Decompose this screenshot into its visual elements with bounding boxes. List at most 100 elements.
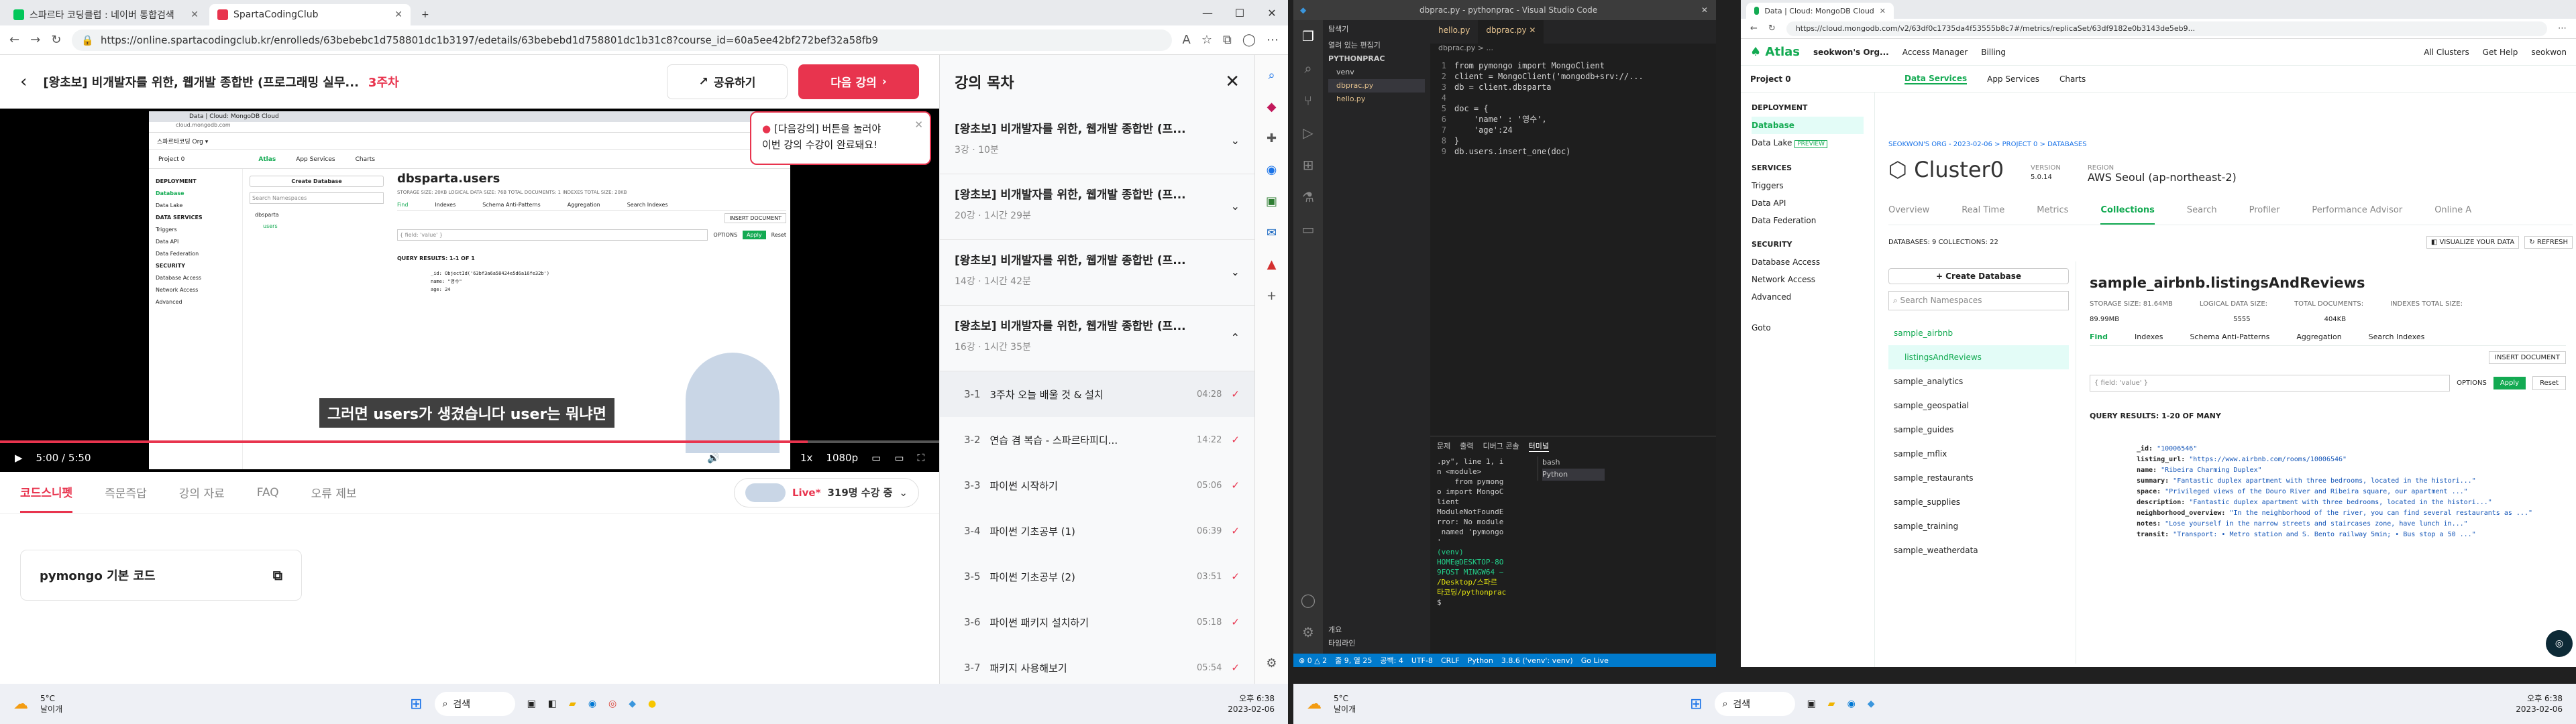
timeline-section[interactable]: 타임라인 bbox=[1328, 637, 1355, 650]
side-datalake[interactable]: Data Lake PREVIEW bbox=[1752, 134, 1864, 153]
cluster-tab[interactable]: Collections bbox=[2100, 205, 2155, 225]
file-explorer-icon[interactable]: ▰ bbox=[569, 699, 576, 709]
task-view-icon[interactable]: ▣ bbox=[1807, 699, 1816, 709]
read-aloud-icon[interactable]: A bbox=[1183, 33, 1191, 47]
vscode-taskbar-icon[interactable]: ◆ bbox=[1868, 699, 1875, 709]
snippet-card[interactable]: pymongo 기본 코드 ⧉ bbox=[20, 550, 302, 601]
task-view-icon[interactable]: ▣ bbox=[527, 699, 536, 709]
status-item[interactable]: Go Live bbox=[1581, 656, 1609, 665]
query-tab[interactable]: Indexes bbox=[2135, 333, 2163, 341]
remote-icon[interactable]: ▭ bbox=[1302, 221, 1315, 237]
collection-item[interactable]: listingsAndReviews bbox=[1888, 345, 2069, 369]
panel-tab[interactable]: 문제 bbox=[1437, 440, 1450, 452]
back-icon[interactable]: ← bbox=[1750, 23, 1758, 34]
cluster-tab[interactable]: Online A bbox=[2434, 205, 2471, 225]
visualize-button[interactable]: ◧ VISUALIZE YOUR DATA bbox=[2426, 236, 2520, 249]
status-item[interactable]: CRLF bbox=[1441, 656, 1460, 665]
database-item[interactable]: sample_analytics bbox=[1888, 369, 2069, 394]
options-toggle[interactable]: OPTIONS bbox=[2457, 379, 2487, 387]
testing-icon[interactable]: ⚗ bbox=[1302, 189, 1314, 205]
get-help[interactable]: Get Help bbox=[2483, 48, 2518, 57]
search-icon[interactable]: ⌕ bbox=[1268, 68, 1275, 82]
subtitles-icon[interactable]: ▭ bbox=[871, 452, 881, 464]
reload-icon[interactable]: ↻ bbox=[51, 33, 61, 47]
side-triggers[interactable]: Triggers bbox=[1752, 177, 1864, 194]
database-item[interactable]: sample_restaurants bbox=[1888, 466, 2069, 490]
tab-qa[interactable]: 즉문즉답 bbox=[105, 484, 147, 501]
office-icon[interactable]: ▣ bbox=[1266, 194, 1277, 208]
minimize-icon[interactable]: — bbox=[1191, 0, 1224, 25]
start-icon[interactable]: ⊞ bbox=[1690, 696, 1702, 713]
database-item[interactable]: sample_airbnb bbox=[1888, 321, 2069, 345]
tree-item[interactable]: hello.py bbox=[1328, 93, 1425, 106]
side-dbaccess[interactable]: Database Access bbox=[1752, 253, 1864, 271]
maximize-icon[interactable]: ☐ bbox=[1224, 0, 1256, 25]
status-item[interactable]: 3.8.6 ('venv': venv) bbox=[1501, 656, 1573, 665]
query-tab[interactable]: Search Indexes bbox=[2369, 333, 2425, 341]
database-item[interactable]: sample_geospatial bbox=[1888, 394, 2069, 418]
url-field[interactable]: 🔒 https://online.spartacodingclub.kr/enro… bbox=[72, 29, 1172, 51]
tab-materials[interactable]: 강의 자료 bbox=[179, 484, 225, 501]
toc-week[interactable]: [왕초보] 비개발자를 위한, 웹개발 종합반 (프... 20강 · 1시간 2… bbox=[940, 174, 1254, 240]
database-item[interactable]: sample_guides bbox=[1888, 418, 2069, 442]
terminal-shell[interactable]: Python bbox=[1542, 469, 1605, 481]
taskbar-search[interactable]: ⌕ 검색 bbox=[434, 692, 515, 716]
copy-icon[interactable]: ⧉ bbox=[273, 567, 282, 583]
favorite-icon[interactable]: ☆ bbox=[1201, 33, 1212, 47]
user-menu[interactable]: seokwon bbox=[2531, 48, 2567, 57]
edge-icon[interactable]: ◉ bbox=[1847, 699, 1856, 709]
collections-icon[interactable]: ⧉ bbox=[1223, 33, 1232, 47]
file-explorer-icon[interactable]: ▰ bbox=[1828, 699, 1835, 709]
toc-week[interactable]: [왕초보] 비개발자를 위한, 웹개발 종합반 (프... 14강 · 1시간 4… bbox=[940, 240, 1254, 306]
toc-lesson[interactable]: 3-5 파이썬 기초공부 (2) 03:51 ✓ bbox=[940, 554, 1254, 599]
all-clusters[interactable]: All Clusters bbox=[2424, 48, 2469, 57]
toc-lesson[interactable]: 3-2 연습 겸 복습 - 스파르타피디... 14:22 ✓ bbox=[940, 417, 1254, 463]
next-lecture-button[interactable]: 다음 강의 › bbox=[798, 64, 919, 99]
toc-lesson[interactable]: 3-3 파이썬 시작하기 05:06 ✓ bbox=[940, 463, 1254, 508]
games-icon[interactable]: ◉ bbox=[1267, 163, 1277, 177]
shopping-icon[interactable]: ◆ bbox=[1267, 100, 1277, 114]
side-database[interactable]: Database bbox=[1752, 117, 1864, 134]
tree-item[interactable]: venv bbox=[1328, 66, 1425, 79]
close-icon[interactable]: ✕ bbox=[394, 9, 402, 20]
org-selector[interactable]: seokwon's Org... bbox=[1813, 48, 1889, 57]
panel-tab[interactable]: 디버그 콘솔 bbox=[1483, 440, 1519, 452]
outline-section[interactable]: 개요 bbox=[1328, 623, 1342, 637]
url-field[interactable]: https://cloud.mongodb.com/v2/63df0c1735d… bbox=[1786, 21, 2547, 36]
project-selector[interactable]: Project 0 bbox=[1750, 74, 1884, 84]
tree-item[interactable]: dbprac.py bbox=[1328, 79, 1425, 93]
status-item[interactable]: 공백: 4 bbox=[1380, 655, 1403, 666]
apply-button[interactable]: Apply bbox=[2493, 377, 2526, 389]
theater-icon[interactable]: ▭ bbox=[894, 452, 904, 464]
create-db-button[interactable]: + Create Database bbox=[1888, 268, 2069, 284]
chat-bot-icon[interactable]: ◎ bbox=[2546, 630, 2573, 657]
terminal-shell[interactable]: bash bbox=[1542, 457, 1605, 469]
close-icon[interactable]: ✕ bbox=[191, 9, 199, 20]
side-goto[interactable]: Goto bbox=[1752, 319, 1864, 337]
share-button[interactable]: ↗ 공유하기 bbox=[667, 64, 788, 99]
profile-icon[interactable]: ◯ bbox=[1242, 33, 1256, 47]
namespace-search[interactable]: ⌕ Search Namespaces bbox=[1888, 291, 2069, 310]
outlook-icon[interactable]: ✉ bbox=[1267, 226, 1277, 240]
extensions-icon[interactable]: ⊞ bbox=[1303, 157, 1314, 173]
source-control-icon[interactable]: ⑂ bbox=[1304, 93, 1312, 109]
cluster-tab[interactable]: Metrics bbox=[2037, 205, 2068, 225]
explorer-icon[interactable]: ❐ bbox=[1302, 28, 1314, 44]
toc-lesson[interactable]: 3-7 패키지 사용해보기 05:54 ✓ bbox=[940, 645, 1254, 684]
video-player[interactable]: Data | Cloud: MongoDB Cloud cloud.mongod… bbox=[0, 109, 939, 472]
manage-icon[interactable]: ⚙ bbox=[1302, 624, 1314, 640]
tab-faq[interactable]: FAQ bbox=[257, 486, 279, 499]
tab-naver[interactable]: 스파르타 코딩클럽 : 네이버 통합검색 ✕ bbox=[5, 4, 207, 25]
nav-data-services[interactable]: Data Services bbox=[1904, 74, 1968, 84]
tools-icon[interactable]: ✚ bbox=[1267, 131, 1277, 145]
query-tab[interactable]: Find bbox=[2090, 333, 2108, 341]
query-tab[interactable]: Schema Anti-Patterns bbox=[2190, 333, 2269, 341]
nav-app-services[interactable]: App Services bbox=[1987, 74, 2039, 84]
side-advanced[interactable]: Advanced bbox=[1752, 288, 1864, 306]
reload-icon[interactable]: ↻ bbox=[1768, 23, 1776, 34]
cluster-tab[interactable]: Overview bbox=[1888, 205, 1929, 225]
chat-icon[interactable]: ◧ bbox=[548, 699, 557, 709]
access-manager[interactable]: Access Manager bbox=[1902, 48, 1968, 57]
account-icon[interactable]: ◯ bbox=[1301, 592, 1316, 608]
search-icon[interactable]: ⌕ bbox=[1304, 60, 1311, 76]
